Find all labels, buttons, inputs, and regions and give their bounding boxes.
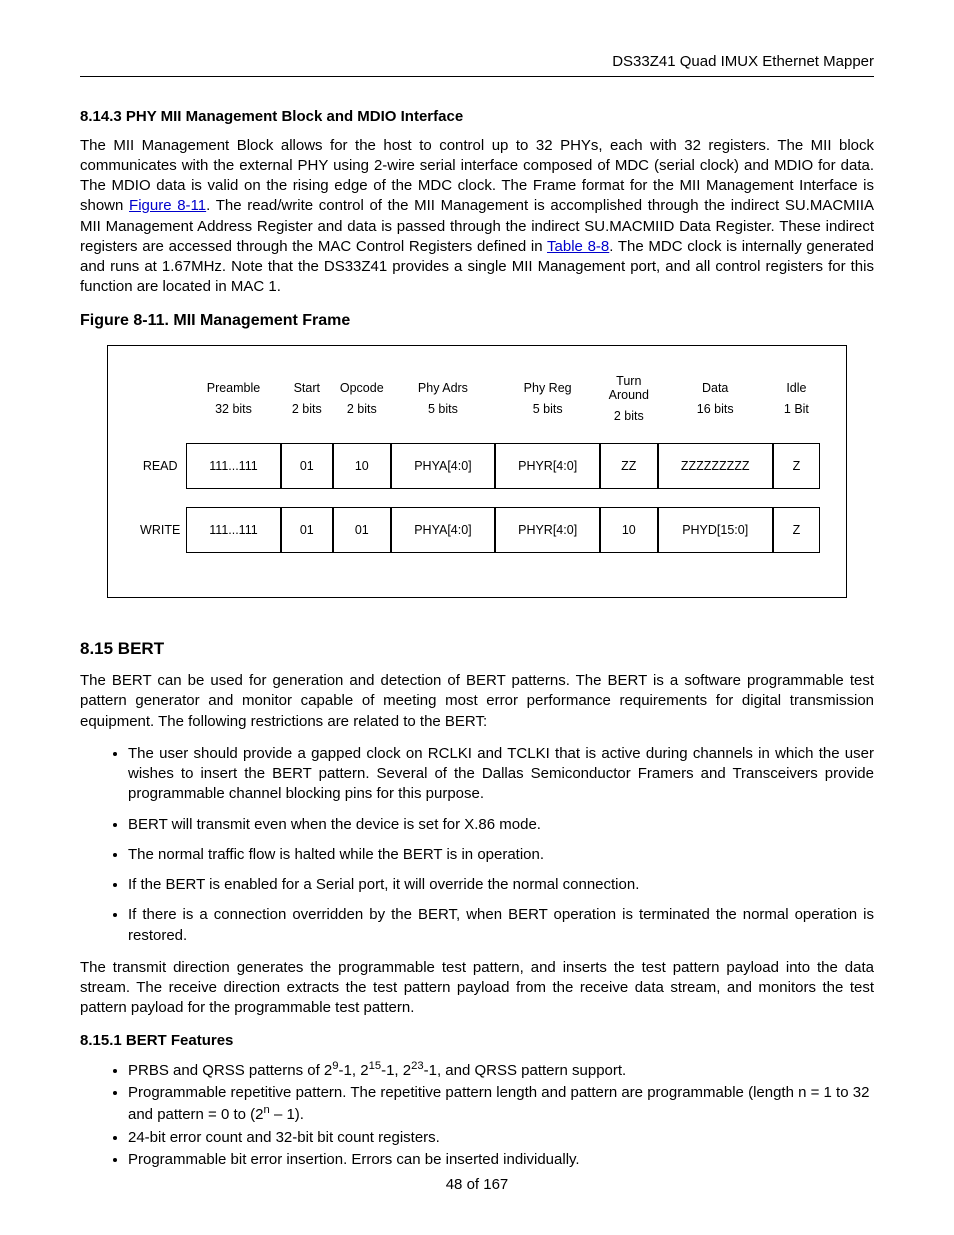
col-preamble: Preamble32 bits: [186, 372, 280, 425]
mii-frame-box: Preamble32 bits Start2 bits Opcode2 bits…: [107, 345, 847, 598]
col-phy-reg: Phy Reg5 bits: [495, 372, 600, 425]
col-turnaround: Turn Around2 bits: [600, 372, 658, 425]
list-item: PRBS and QRSS patterns of 29-1, 215-1, 2…: [128, 1059, 874, 1081]
mii-frame-table: Preamble32 bits Start2 bits Opcode2 bits…: [134, 372, 820, 553]
cell: 01: [281, 443, 333, 489]
doc-title: DS33Z41 Quad IMUX Ethernet Mapper: [80, 52, 874, 72]
col-blank: [134, 372, 186, 425]
cell: 10: [600, 507, 658, 553]
cell: PHYR[4:0]: [495, 507, 600, 553]
col-phy-adrs: Phy Adrs5 bits: [391, 372, 496, 425]
page: DS33Z41 Quad IMUX Ethernet Mapper 8.14.3…: [0, 0, 954, 1235]
cell: Z: [773, 507, 820, 553]
row-label-write: WRITE: [134, 507, 186, 553]
mii-write-row: WRITE 111...111 01 01 PHYA[4:0] PHYR[4:0…: [134, 507, 820, 553]
list-item: Programmable bit error insertion. Errors…: [128, 1150, 874, 1170]
heading-8-15: 8.15 BERT: [80, 638, 874, 661]
figure-caption: Figure 8-11. MII Management Frame: [80, 310, 874, 332]
mii-read-row: READ 111...111 01 10 PHYA[4:0] PHYR[4:0]…: [134, 443, 820, 489]
list-item: The normal traffic flow is halted while …: [128, 845, 874, 865]
link-table-8-8[interactable]: Table 8-8: [547, 238, 609, 255]
list-item: BERT will transmit even when the device …: [128, 815, 874, 835]
para-8-15-end: The transmit direction generates the pro…: [80, 958, 874, 1019]
page-number: 48 of 167: [0, 1175, 954, 1195]
cell: 111...111: [186, 507, 280, 553]
bert-restrictions-list: The user should provide a gapped clock o…: [80, 744, 874, 946]
heading-8-14-3: 8.14.3 PHY MII Management Block and MDIO…: [80, 107, 874, 127]
cell: PHYD[15:0]: [658, 507, 773, 553]
cell: Z: [773, 443, 820, 489]
list-item: The user should provide a gapped clock o…: [128, 744, 874, 805]
link-figure-8-11[interactable]: Figure 8-11: [129, 197, 206, 214]
para-8-15-intro: The BERT can be used for generation and …: [80, 671, 874, 732]
col-opcode: Opcode2 bits: [333, 372, 391, 425]
mii-header-row: Preamble32 bits Start2 bits Opcode2 bits…: [134, 372, 820, 425]
heading-8-15-1: 8.15.1 BERT Features: [80, 1031, 874, 1051]
list-item: If the BERT is enabled for a Serial port…: [128, 875, 874, 895]
cell: PHYA[4:0]: [391, 443, 496, 489]
list-item: 24-bit error count and 32-bit bit count …: [128, 1128, 874, 1148]
cell: 111...111: [186, 443, 280, 489]
row-label-read: READ: [134, 443, 186, 489]
cell: ZZZZZZZZZ: [658, 443, 773, 489]
list-item: Programmable repetitive pattern. The rep…: [128, 1083, 874, 1126]
col-idle: Idle1 Bit: [773, 372, 820, 425]
cell: PHYA[4:0]: [391, 507, 496, 553]
bert-features-list: PRBS and QRSS patterns of 29-1, 215-1, 2…: [80, 1059, 874, 1170]
col-start: Start2 bits: [281, 372, 333, 425]
para-8-14-3: The MII Management Block allows for the …: [80, 136, 874, 298]
header-rule: [80, 76, 874, 77]
cell: PHYR[4:0]: [495, 443, 600, 489]
cell: 10: [333, 443, 391, 489]
cell: 01: [333, 507, 391, 553]
cell: ZZ: [600, 443, 658, 489]
cell: 01: [281, 507, 333, 553]
col-data: Data16 bits: [658, 372, 773, 425]
list-item: If there is a connection overridden by t…: [128, 905, 874, 946]
